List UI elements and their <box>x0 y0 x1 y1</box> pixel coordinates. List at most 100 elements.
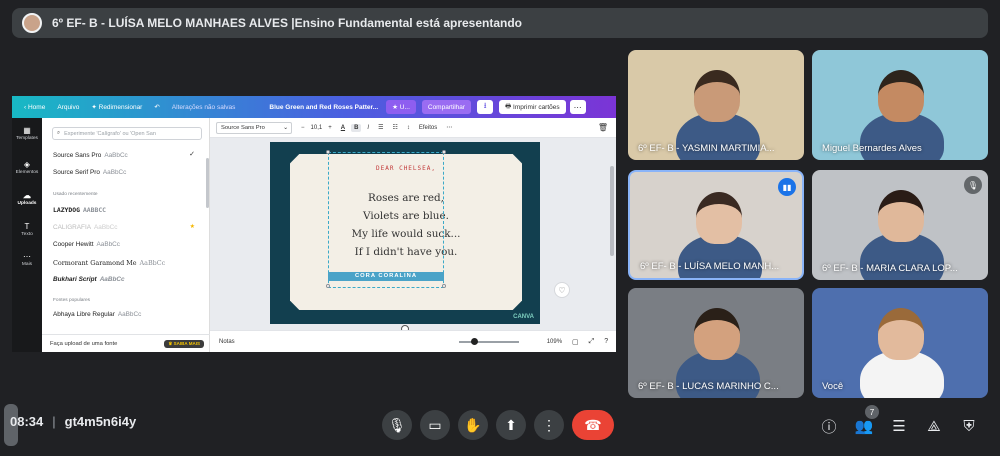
more-vert-icon: ⋮ <box>542 416 556 433</box>
font-size-value[interactable]: 10,1 <box>311 125 323 131</box>
rail-item[interactable]: ▦ Templates <box>12 126 42 141</box>
canva-topbar: ‹ Home Arquivo ✦ Redimensionar ↶ Alteraç… <box>12 96 616 118</box>
zoom-slider[interactable] <box>458 337 519 345</box>
spacing-icon[interactable]: ↕ <box>407 125 410 131</box>
recent-fonts-label: Usado recentemente <box>53 192 98 197</box>
font-item[interactable]: Cormorant Garamond Me AaBbCc <box>53 259 165 267</box>
bold-button[interactable]: B <box>351 123 362 132</box>
file-menu[interactable]: Arquivo <box>57 104 79 111</box>
font-dropdown-value: Source Sans Pro <box>221 124 265 131</box>
meeting-code: gt4m5n6i4y <box>64 414 137 429</box>
participant-face <box>878 70 924 122</box>
activities-button[interactable]: ⟁ <box>922 414 946 438</box>
rail-item[interactable]: ☁ Uploads <box>12 191 42 206</box>
document-title[interactable]: Blue Green and Red Roses Patter... <box>269 104 378 111</box>
text-color-button[interactable]: A <box>341 125 345 131</box>
raise-hand-button[interactable]: ✋ <box>458 410 488 440</box>
participant-name: 6º EF- B - YASMIN MARTIMIA... <box>638 143 775 154</box>
notes-button[interactable]: Notas <box>219 339 235 345</box>
activities-icon: ⟁ <box>927 417 941 435</box>
font-search-input[interactable]: ⌕ Experimente 'Calígrafo' ou 'Open San <box>52 127 202 140</box>
font-item[interactable]: Source Sans Pro AaBbCc <box>53 152 128 159</box>
panel-scrollbar[interactable] <box>206 158 209 208</box>
font-sample: AaBbCc <box>102 169 127 176</box>
page-count-icon[interactable]: ▢ <box>572 338 579 346</box>
participant-tile[interactable]: Você <box>812 288 988 398</box>
upload-font-bar[interactable]: Faça upload de uma fonte ♛ SAIBA MAIS <box>42 334 210 352</box>
signature-text[interactable]: CORA CORALINA <box>328 272 444 281</box>
resize-menu[interactable]: ✦ Redimensionar <box>91 103 142 111</box>
participant-face <box>694 70 740 122</box>
rail-label: Uploads <box>17 201 37 206</box>
undo-icon[interactable]: ↶ <box>154 103 159 111</box>
font-sample: AaBbCc <box>94 224 118 231</box>
hang-up-icon: ☎ <box>584 416 602 433</box>
learn-more-badge[interactable]: ♛ SAIBA MAIS <box>164 339 204 348</box>
home-menu[interactable]: ‹ Home <box>24 104 45 111</box>
presentation-banner: 6º EF- B - LUÍSA MELO MANHAES ALVES |Ens… <box>12 8 988 38</box>
italic-button[interactable]: I <box>367 125 369 131</box>
font-item[interactable]: Source Serif Pro AaBbCc <box>53 169 126 176</box>
participant-tile[interactable]: 6º EF- B - YASMIN MARTIMIA... <box>628 50 804 160</box>
resize-handle[interactable] <box>326 284 330 288</box>
decrease-size-button[interactable]: − <box>301 125 305 131</box>
comment-icon[interactable]: ♡ <box>554 282 570 298</box>
rail-item[interactable]: T Texto <box>12 222 42 237</box>
font-name: Cooper Hewitt <box>53 241 94 248</box>
stage-scrollbar[interactable] <box>610 166 614 256</box>
end-call-button[interactable]: ☎ <box>572 410 614 440</box>
increase-size-button[interactable]: + <box>328 125 332 131</box>
help-icon[interactable]: ? <box>604 338 608 345</box>
meeting-details-button[interactable]: ⓘ <box>817 414 841 438</box>
font-name: Abhaya Libre Regular <box>53 311 115 318</box>
shield-icon: ⛨ <box>963 417 975 435</box>
camera-button[interactable]: ▭ <box>420 410 450 440</box>
rail-item[interactable]: ⋯ Mais <box>12 252 42 267</box>
selection-box[interactable] <box>328 152 444 288</box>
resize-handle[interactable] <box>442 150 446 154</box>
more-options-button[interactable]: ⋮ <box>534 410 564 440</box>
user-pill[interactable]: ★ U... <box>386 100 416 114</box>
print-cards-button[interactable]: 🖶 Imprimir cartões <box>499 100 566 114</box>
microphone-button[interactable]: 🎙 <box>382 410 412 440</box>
participant-tile[interactable]: 🎙 6º EF- B - MARIA CLARA LOP... <box>812 170 988 280</box>
font-name: Source Serif Pro <box>53 169 100 176</box>
font-name: Bukhari Script <box>53 276 97 283</box>
font-item[interactable]: LAZYDOG AABBCC <box>53 206 106 214</box>
more-options-icon[interactable]: ⋯ <box>569 100 586 114</box>
trash-icon[interactable]: 🗑 <box>598 123 608 132</box>
present-button[interactable]: ⬆ <box>496 410 526 440</box>
participant-name: 6º EF- B - MARIA CLARA LOP... <box>822 263 958 274</box>
participant-tile[interactable]: ▮▮ 6º EF- B - LUÍSA MELO MANH... <box>628 170 804 280</box>
participant-tile[interactable]: Miguel Bernardes Alves <box>812 50 988 160</box>
font-item[interactable]: CALIGRAFIA AaBbCc <box>53 224 117 231</box>
more-icon[interactable]: ⋯ <box>446 124 452 131</box>
star-icon: ★ <box>189 224 195 230</box>
fullscreen-icon[interactable]: ⤢ <box>589 338 595 346</box>
font-item[interactable]: Cooper Hewitt AaBbCc <box>53 241 120 248</box>
rail-item[interactable]: ◈ Elementos <box>12 160 42 175</box>
divider: | <box>52 414 56 429</box>
canva-side-rail: ▦ Templates ◈ Elementos ☁ Uploads T Texto ⋯ Mais <box>12 118 42 352</box>
participant-face <box>696 192 742 244</box>
zoom-slider-knob[interactable] <box>470 337 478 345</box>
list-icon[interactable]: ☷ <box>392 124 397 131</box>
share-button[interactable]: Compartilhar <box>421 100 472 114</box>
font-sample: AaBbCc <box>99 276 125 283</box>
resize-handle[interactable] <box>326 150 330 154</box>
rail-label: Texto <box>21 232 33 237</box>
font-item[interactable]: Abhaya Libre Regular AaBbCc <box>53 311 141 318</box>
participant-face <box>878 308 924 360</box>
font-dropdown[interactable]: Source Sans Pro ⌄ <box>216 121 292 134</box>
download-icon[interactable]: ⭳ <box>477 100 494 114</box>
font-item[interactable]: Bukhari Script AaBbCc <box>53 276 125 283</box>
resize-handle[interactable] <box>442 284 446 288</box>
chat-button[interactable]: ☰ <box>887 414 911 438</box>
align-icon[interactable]: ☰ <box>378 124 383 131</box>
zoom-value[interactable]: 109% <box>547 339 562 345</box>
host-controls-button[interactable]: ⛨ <box>957 414 981 438</box>
participant-tile[interactable]: 6º EF- B - LUCAS MARINHO C... <box>628 288 804 398</box>
participant-face <box>878 190 924 242</box>
design-artboard[interactable]: DEAR CHELSEA, Roses are red, Violets are… <box>270 142 540 333</box>
effects-button[interactable]: Efeitos <box>419 125 437 131</box>
